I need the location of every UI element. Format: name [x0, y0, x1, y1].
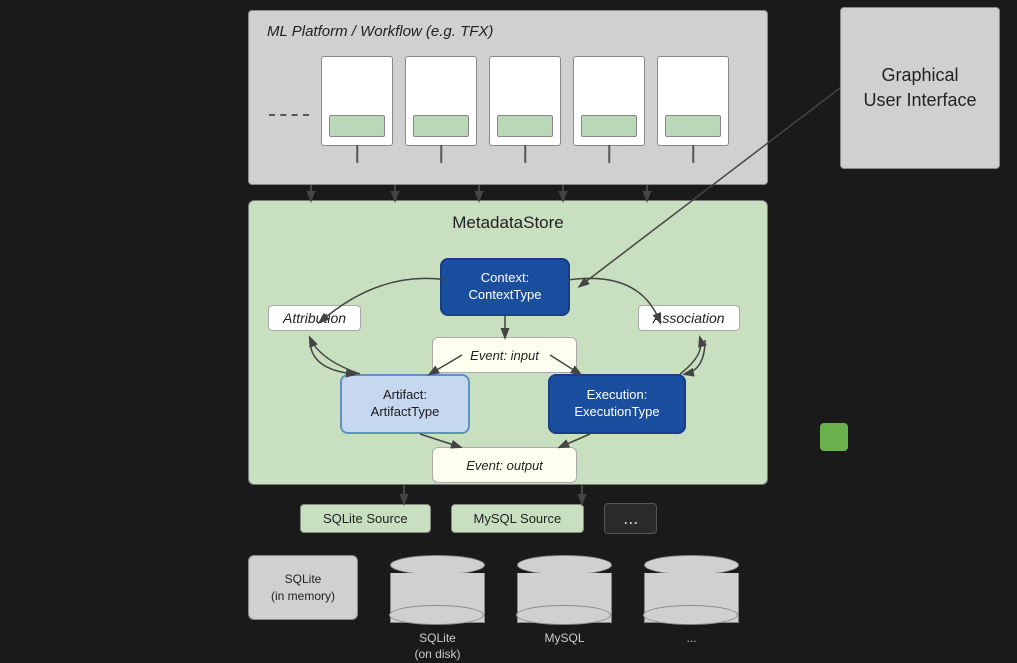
mysql-source-btn: MySQL Source [451, 504, 585, 533]
connector-down [440, 145, 442, 163]
artifact-label: Artifact:ArtifactType [371, 387, 440, 421]
connector-down [608, 145, 610, 163]
source-dots: ... [604, 503, 657, 534]
cylinder-top [390, 555, 485, 575]
execution-label: Execution:ExecutionType [574, 387, 659, 421]
connector-down [524, 145, 526, 163]
component-bar [413, 115, 469, 137]
connector-down [692, 145, 694, 163]
context-label: Context:ContextType [469, 270, 542, 304]
db-cylinder-dots [644, 555, 739, 625]
db-cylinder-mysql [517, 555, 612, 625]
pipeline-components [269, 56, 729, 146]
source-buttons: SQLite Source MySQL Source ... [300, 503, 657, 534]
cylinder-top [517, 555, 612, 575]
component-bar [497, 115, 553, 137]
ml-platform-box: ML Platform / Workflow (e.g. TFX) [248, 10, 768, 185]
cylinder-bottom [516, 605, 611, 625]
db-label-mysql: MySQL [544, 631, 584, 647]
component-bar [329, 115, 385, 137]
cylinder-bottom [389, 605, 484, 625]
component-bar [665, 115, 721, 137]
db-cylinder-sqlite [390, 555, 485, 625]
metadata-store-label: MetadataStore [452, 213, 564, 233]
attribution-label: Attribution [268, 305, 361, 331]
sqlite-source-btn: SQLite Source [300, 504, 431, 533]
pipeline-component [657, 56, 729, 146]
ml-platform-label: ML Platform / Workflow (e.g. TFX) [267, 23, 493, 40]
association-label: Association [638, 305, 740, 331]
cylinder-bottom [643, 605, 738, 625]
db-item-mysql: MySQL [517, 555, 612, 647]
execution-box: Execution:ExecutionType [548, 374, 686, 434]
pipeline-component [405, 56, 477, 146]
db-item-dots: ... [644, 555, 739, 647]
db-label-sqlite-disk: SQLite(on disk) [414, 631, 460, 662]
event-input-box: Event: input [432, 337, 577, 373]
db-box-sqlite-memory: SQLite(in memory) [248, 555, 358, 620]
cylinder-top [644, 555, 739, 575]
db-item-sqlite-disk: SQLite(on disk) [390, 555, 485, 662]
database-row: SQLite(in memory) SQLite(on disk) MySQL [248, 555, 739, 662]
pipeline-component [321, 56, 393, 146]
dashed-arrow [269, 114, 309, 116]
connector-down [356, 145, 358, 163]
db-label-dots: ... [686, 631, 696, 647]
gui-label: Graphical User Interface [863, 63, 976, 113]
context-box: Context:ContextType [440, 258, 570, 316]
component-bar [581, 115, 637, 137]
event-output-box: Event: output [432, 447, 577, 483]
db-item-sqlite-memory: SQLite(in memory) [248, 555, 358, 620]
diagram-container: ML Platform / Workflow (e.g. TFX) [0, 0, 1017, 663]
artifact-box: Artifact:ArtifactType [340, 374, 470, 434]
green-square-legend [820, 423, 848, 451]
gui-box: Graphical User Interface [840, 7, 1000, 169]
pipeline-component [573, 56, 645, 146]
pipeline-component [489, 56, 561, 146]
